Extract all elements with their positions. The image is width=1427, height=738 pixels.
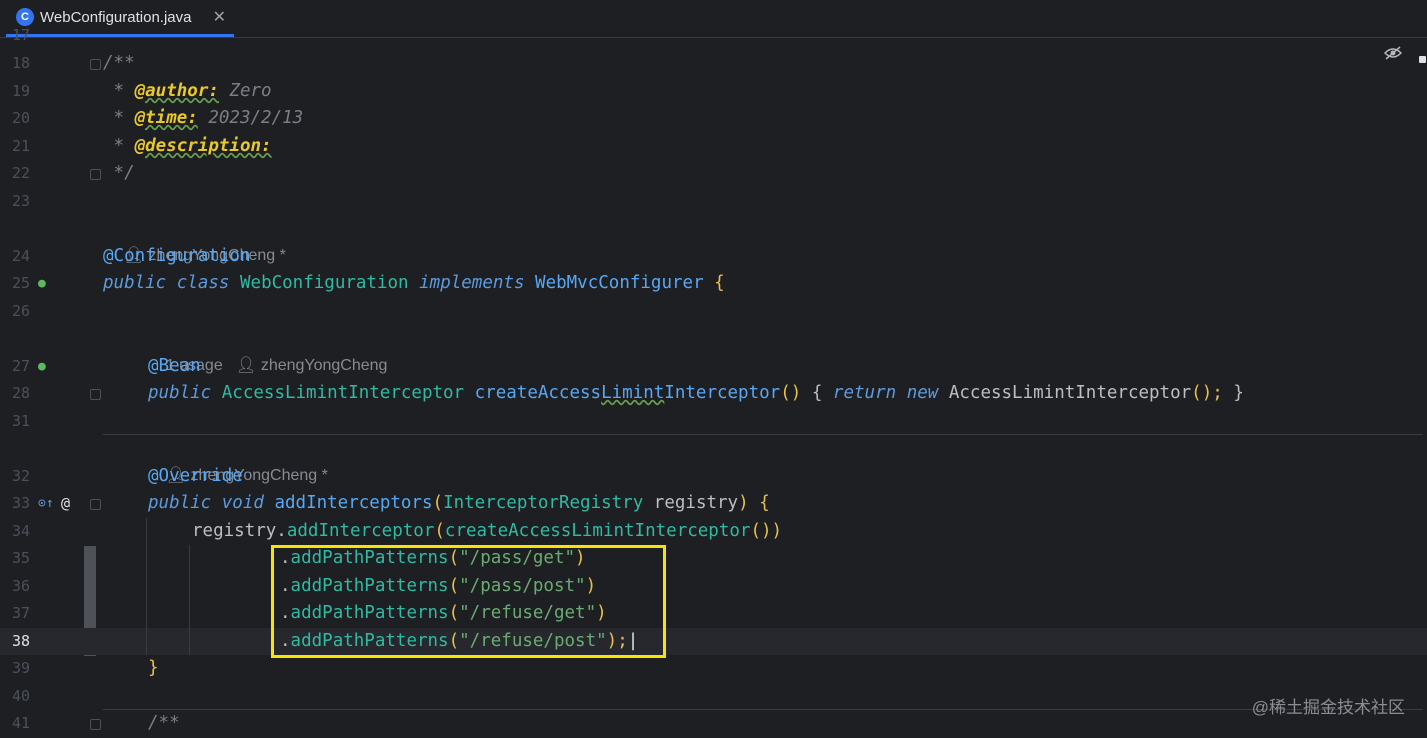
at-icon[interactable]: @ xyxy=(61,490,70,517)
code-line: 20 * @time: 2023/2/13 xyxy=(11,108,304,128)
override-icon[interactable]: ⊙↑ xyxy=(38,490,54,517)
code-line: 17 xyxy=(11,26,30,44)
code-line: 25 ● public class WebConfiguration imple… xyxy=(0,270,1427,297)
fold-icon[interactable] xyxy=(90,499,101,510)
code-line: 23 xyxy=(11,192,30,210)
spring-bean-icon[interactable]: ● xyxy=(38,270,46,297)
fold-icon[interactable] xyxy=(90,59,101,70)
code-line: 33 ⊙↑ @ public void addInterceptors(Inte… xyxy=(0,490,1427,517)
code-line: 24 @Configuration xyxy=(11,246,251,266)
fold-icon[interactable] xyxy=(90,719,101,730)
fold-icon[interactable] xyxy=(90,389,101,400)
code-line-current: 38 .addPathPatterns("/refuse/post");| xyxy=(0,628,1427,655)
code-line: 37 .addPathPatterns("/refuse/get") xyxy=(11,603,607,623)
fold-icon[interactable] xyxy=(90,169,101,180)
spring-bean-icon[interactable]: ● xyxy=(38,353,46,380)
code-line: 28 public AccessLimintInterceptor create… xyxy=(11,383,1244,403)
code-line: 41 /** xyxy=(11,713,180,733)
code-line: 32 @Override xyxy=(11,466,243,486)
code-line: 39 } xyxy=(11,658,159,678)
code-line: 22 */ xyxy=(11,163,135,183)
code-line: 26 xyxy=(11,302,30,320)
code-line: 36 .addPathPatterns("/pass/post") xyxy=(11,576,597,596)
code-line: 18 /** xyxy=(11,53,135,73)
code-editor[interactable]: 17 18 /** 19 * @author: Zero 20 * @time:… xyxy=(0,26,1427,738)
code-line: 19 * @author: Zero xyxy=(11,81,272,101)
indent-guide xyxy=(189,545,190,655)
indent-guide xyxy=(146,518,147,655)
code-line: 21 * @description: xyxy=(11,136,272,156)
code-line: 27 ● @Bean xyxy=(0,353,1427,380)
code-line: 40 xyxy=(11,687,30,705)
code-line: 35 .addPathPatterns("/pass/get") xyxy=(11,548,586,568)
code-line: 34 registry.addInterceptor(createAccessL… xyxy=(11,521,783,541)
code-line: 31 xyxy=(11,412,30,430)
highlight-box xyxy=(271,545,666,658)
watermark: @稀土掘金技术社区 xyxy=(1251,698,1405,717)
